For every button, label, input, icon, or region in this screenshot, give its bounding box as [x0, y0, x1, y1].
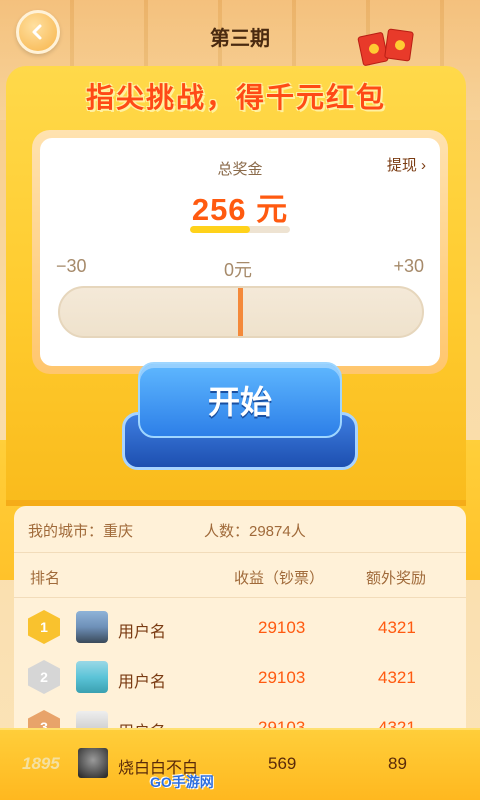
- scale-max-label: +30: [393, 256, 424, 276]
- watermark-logo: GO手游网: [150, 774, 214, 790]
- rank-badge-silver: 2: [28, 660, 60, 694]
- user-name: 用户名: [118, 624, 167, 641]
- table-row[interactable]: 2 用户名 29103 4321: [14, 652, 466, 702]
- challenge-headline: 指尖挑战，得千元红包: [85, 82, 386, 113]
- col-bonus: 额外奖励: [366, 570, 427, 587]
- total-prize-amount: 256 元: [191, 192, 289, 227]
- my-rank: 1895: [22, 754, 60, 773]
- slider-needle: [238, 288, 243, 336]
- scale-min-label: −30: [56, 256, 87, 276]
- avatar: [76, 611, 108, 643]
- start-button-top: 开始: [138, 362, 342, 438]
- machine-screen-frame: 总奖金 提现 › 256 元 −30 0元 +30: [32, 130, 448, 374]
- red-envelope-icon: [384, 28, 414, 62]
- col-earnings: 收益（钞票）: [234, 570, 325, 587]
- col-rank: 排名: [30, 570, 61, 587]
- user-bonus: 4321: [378, 668, 416, 687]
- machine-screen: 总奖金 提现 › 256 元 −30 0元 +30: [40, 138, 440, 366]
- top-bar: 第三期: [0, 0, 480, 70]
- rank-badge-gold: 1: [28, 610, 60, 644]
- avatar: [76, 661, 108, 693]
- user-name: 用户名: [118, 674, 167, 691]
- leaderboard: 我的城市：重庆 人数：29874人 排名 收益（钞票） 额外奖励 1 用户名 2…: [14, 506, 466, 766]
- leaderboard-header: 排名 收益（钞票） 额外奖励: [14, 552, 466, 598]
- my-ranking-bar: 1895 烧白白不白 569 89 GO手游网: [0, 728, 480, 800]
- my-earnings: 569: [268, 754, 297, 773]
- start-button-label: 开始: [207, 384, 272, 420]
- total-prize-label: 总奖金: [217, 161, 263, 178]
- user-bonus: 4321: [378, 618, 416, 637]
- my-avatar: [78, 748, 108, 778]
- table-row[interactable]: 1 用户名 29103 4321: [14, 602, 466, 652]
- prize-progress-bar: [190, 226, 290, 233]
- participant-count: 人数：29874人: [204, 523, 306, 540]
- scale-mid-label: 0元: [224, 260, 253, 280]
- my-bonus: 89: [388, 754, 407, 773]
- challenge-slider-track[interactable]: [58, 286, 424, 338]
- start-button[interactable]: 开始: [122, 362, 358, 470]
- withdraw-link[interactable]: 提现 ›: [387, 154, 426, 175]
- user-earnings: 29103: [258, 668, 306, 687]
- prize-progress-fill: [190, 226, 250, 233]
- user-earnings: 29103: [258, 618, 306, 637]
- my-city-label: 我的城市：重庆: [28, 523, 134, 540]
- challenge-machine: 指尖挑战，得千元红包 总奖金 提现 › 256 元 −30 0元 +30 开始: [0, 66, 480, 580]
